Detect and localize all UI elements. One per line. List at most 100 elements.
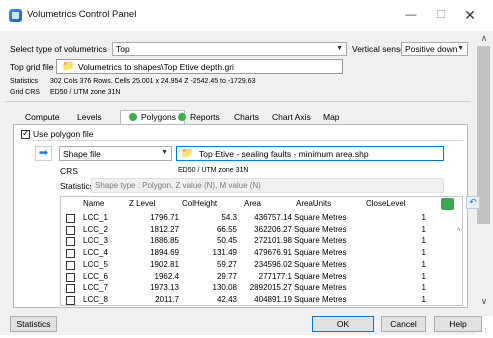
table-cell-close: 1 xyxy=(421,283,426,293)
chevron-down-icon: ▼ xyxy=(336,45,343,52)
table-cell-col: 42.43 xyxy=(216,294,237,304)
tab-map[interactable]: Map xyxy=(314,110,349,124)
table-cell-name: LCC_7 xyxy=(83,283,108,293)
top-grid-file-label: Top grid file xyxy=(10,62,54,72)
volumetrics-type-value: Top xyxy=(116,44,130,54)
ok-button[interactable]: OK xyxy=(312,316,374,332)
table-cell-name: LCC_5 xyxy=(83,259,108,269)
table-cell-col: 59.27 xyxy=(216,259,237,269)
table-row[interactable]: LCC_7 1973.13 130.08 2892015.27 Square Metre… xyxy=(61,283,451,295)
table-cell-col: 66.55 xyxy=(216,224,237,234)
import-icon[interactable]: ↶ xyxy=(466,196,480,209)
minimize-button[interactable]: — xyxy=(401,6,421,24)
help-button[interactable]: Help xyxy=(434,316,482,332)
table-row[interactable]: LCC_3 1886.85 50.45 272101.98 Square Metres 1 xyxy=(61,236,451,248)
grid-statistics-value: 302 Cols 376 Rows. Cells 25.001 x 24.954… xyxy=(50,78,256,85)
table-cell-area: 362206.27 xyxy=(254,224,292,234)
polygon-file-value: Top Etive - sealing faults - minimum are… xyxy=(199,149,369,159)
export-table-icon[interactable] xyxy=(441,198,454,210)
table-cell-units: Square Metres xyxy=(294,271,347,281)
arrow-right-icon[interactable]: ➡ xyxy=(35,146,52,161)
row-checkbox[interactable] xyxy=(66,214,75,223)
table-row[interactable]: LCC_5 1902.81 59.27 234596.02 Square Metres 1 xyxy=(61,260,451,272)
cancel-button[interactable]: Cancel xyxy=(381,316,426,332)
tab-charts[interactable]: Charts xyxy=(225,110,268,124)
table-cell-col: 29.77 xyxy=(216,271,237,281)
row-checkbox[interactable] xyxy=(66,295,75,305)
table-row[interactable]: LCC_6 1962.4 29.77 277177.1 Square Metres 1 xyxy=(61,272,451,284)
folder-icon[interactable]: 📁 xyxy=(62,61,74,72)
column-header-name[interactable]: Name xyxy=(83,199,104,208)
row-checkbox[interactable] xyxy=(66,260,75,270)
column-header-z-level[interactable]: Z Level xyxy=(129,199,155,208)
table-cell-name: LCC_1 xyxy=(83,213,108,222)
scroll-down-icon[interactable]: ∨ xyxy=(475,296,493,310)
statistics-button[interactable]: Statistics xyxy=(10,316,57,332)
polygon-file-field[interactable]: 📁 Top Etive - sealing faults - minimum a… xyxy=(176,146,444,161)
table-cell-col: 50.45 xyxy=(216,236,237,246)
select-type-label: Select type of volumetrics xyxy=(10,44,107,54)
grid-crs-label: Grid CRS xyxy=(10,89,40,96)
row-checkbox[interactable] xyxy=(66,249,75,259)
grid-crs-value: ED50 / UTM zone 31N xyxy=(50,89,121,96)
tab-reports-label: Reports xyxy=(190,112,220,122)
table-row[interactable]: LCC_4 1894.69 131.49 479676.91 Square Metres… xyxy=(61,248,451,260)
reports-status-icon xyxy=(178,113,186,121)
source-type-select[interactable]: Shape file ▼ xyxy=(59,146,172,161)
top-grid-file-value: Volumetrics to shapes\Top Etive depth.gr… xyxy=(78,62,234,72)
table-cell-close: 1 xyxy=(421,294,426,304)
tab-compute[interactable]: Compute xyxy=(16,110,69,124)
polygon-statistics-value: Shape type : Polygon, Z value (N), M val… xyxy=(95,181,261,190)
table-scroll-up-icon[interactable]: ∧ xyxy=(456,225,461,233)
table-cell-units: Square Metres xyxy=(294,283,347,293)
top-grid-file-field[interactable]: 📁 Volumetrics to shapes\Top Etive depth.… xyxy=(56,59,343,74)
table-cell-area: 436757.14 xyxy=(254,213,292,222)
table-cell-z: 1973.13 xyxy=(150,283,179,293)
close-button[interactable]: ✕ xyxy=(460,6,480,24)
table-cell-name: LCC_4 xyxy=(83,248,108,258)
table-cell-name: LCC_6 xyxy=(83,271,108,281)
table-cell-z: 1902.81 xyxy=(150,259,179,269)
vertical-sense-select[interactable]: Positive down ▼ xyxy=(401,42,468,56)
use-polygon-file-checkbox[interactable] xyxy=(21,128,30,139)
folder-icon[interactable]: 📁 xyxy=(181,148,193,159)
polygon-statistics-label: Statistics xyxy=(60,181,95,191)
table-cell-units: Square Metres xyxy=(294,248,347,258)
table-cell-close: 1 xyxy=(421,271,426,281)
table-cell-z: 1894.69 xyxy=(150,248,179,258)
table-cell-close: 1 xyxy=(421,248,426,258)
table-cell-col: 130.08 xyxy=(212,283,237,293)
table-cell-units: Square Metres xyxy=(294,294,347,304)
scroll-up-icon[interactable]: ∧ xyxy=(475,33,493,47)
column-header-areaunits[interactable]: AreaUnits xyxy=(296,199,331,208)
polygons-table: Name Z Level ColHeight Area AreaUnits Cl… xyxy=(60,196,463,306)
polygons-status-icon xyxy=(129,113,137,121)
table-cell-name: LCC_3 xyxy=(83,236,108,246)
column-header-area[interactable]: Area xyxy=(244,199,261,208)
row-checkbox[interactable] xyxy=(66,237,75,247)
table-row[interactable]: LCC_2 1812.27 66.55 362206.27 Square Metres 1 xyxy=(61,225,451,237)
chevron-down-icon: ▼ xyxy=(161,149,168,156)
column-header-colheight[interactable]: ColHeight xyxy=(182,199,217,208)
vertical-sense-value: Positive down xyxy=(405,44,458,54)
crs-value: ED50 / UTM zone 31N xyxy=(178,167,249,174)
table-cell-area: 234596.02 xyxy=(254,259,292,269)
table-row[interactable]: LCC_1 1796.71 54.3 436757.14 Square Metres 1 xyxy=(61,213,451,225)
tab-reports[interactable]: Reports xyxy=(169,110,229,124)
column-header-closelevel[interactable]: CloseLevel xyxy=(366,199,406,208)
crs-label: CRS xyxy=(60,166,78,176)
maximize-button[interactable]: ☐ xyxy=(431,6,451,24)
resize-grip-icon[interactable]: ⋮ xyxy=(482,327,489,335)
volumetrics-type-select[interactable]: Top ▼ xyxy=(112,42,347,56)
row-checkbox[interactable] xyxy=(66,284,75,294)
table-cell-area: 2892015.27 xyxy=(249,283,292,293)
tab-levels[interactable]: Levels xyxy=(68,110,111,124)
table-row[interactable]: LCC_8 2011.7 42.43 404891.19 Square Metres 1 xyxy=(61,294,451,305)
row-checkbox[interactable] xyxy=(66,225,75,235)
row-checkbox[interactable] xyxy=(66,272,75,282)
tab-chart-axis[interactable]: Chart Axis xyxy=(263,110,320,124)
chevron-down-icon: ▼ xyxy=(457,45,464,52)
polygon-statistics-field: Shape type : Polygon, Z value (N), M val… xyxy=(91,178,444,193)
table-cell-area: 272101.98 xyxy=(254,236,292,246)
table-cell-close: 1 xyxy=(421,224,426,234)
